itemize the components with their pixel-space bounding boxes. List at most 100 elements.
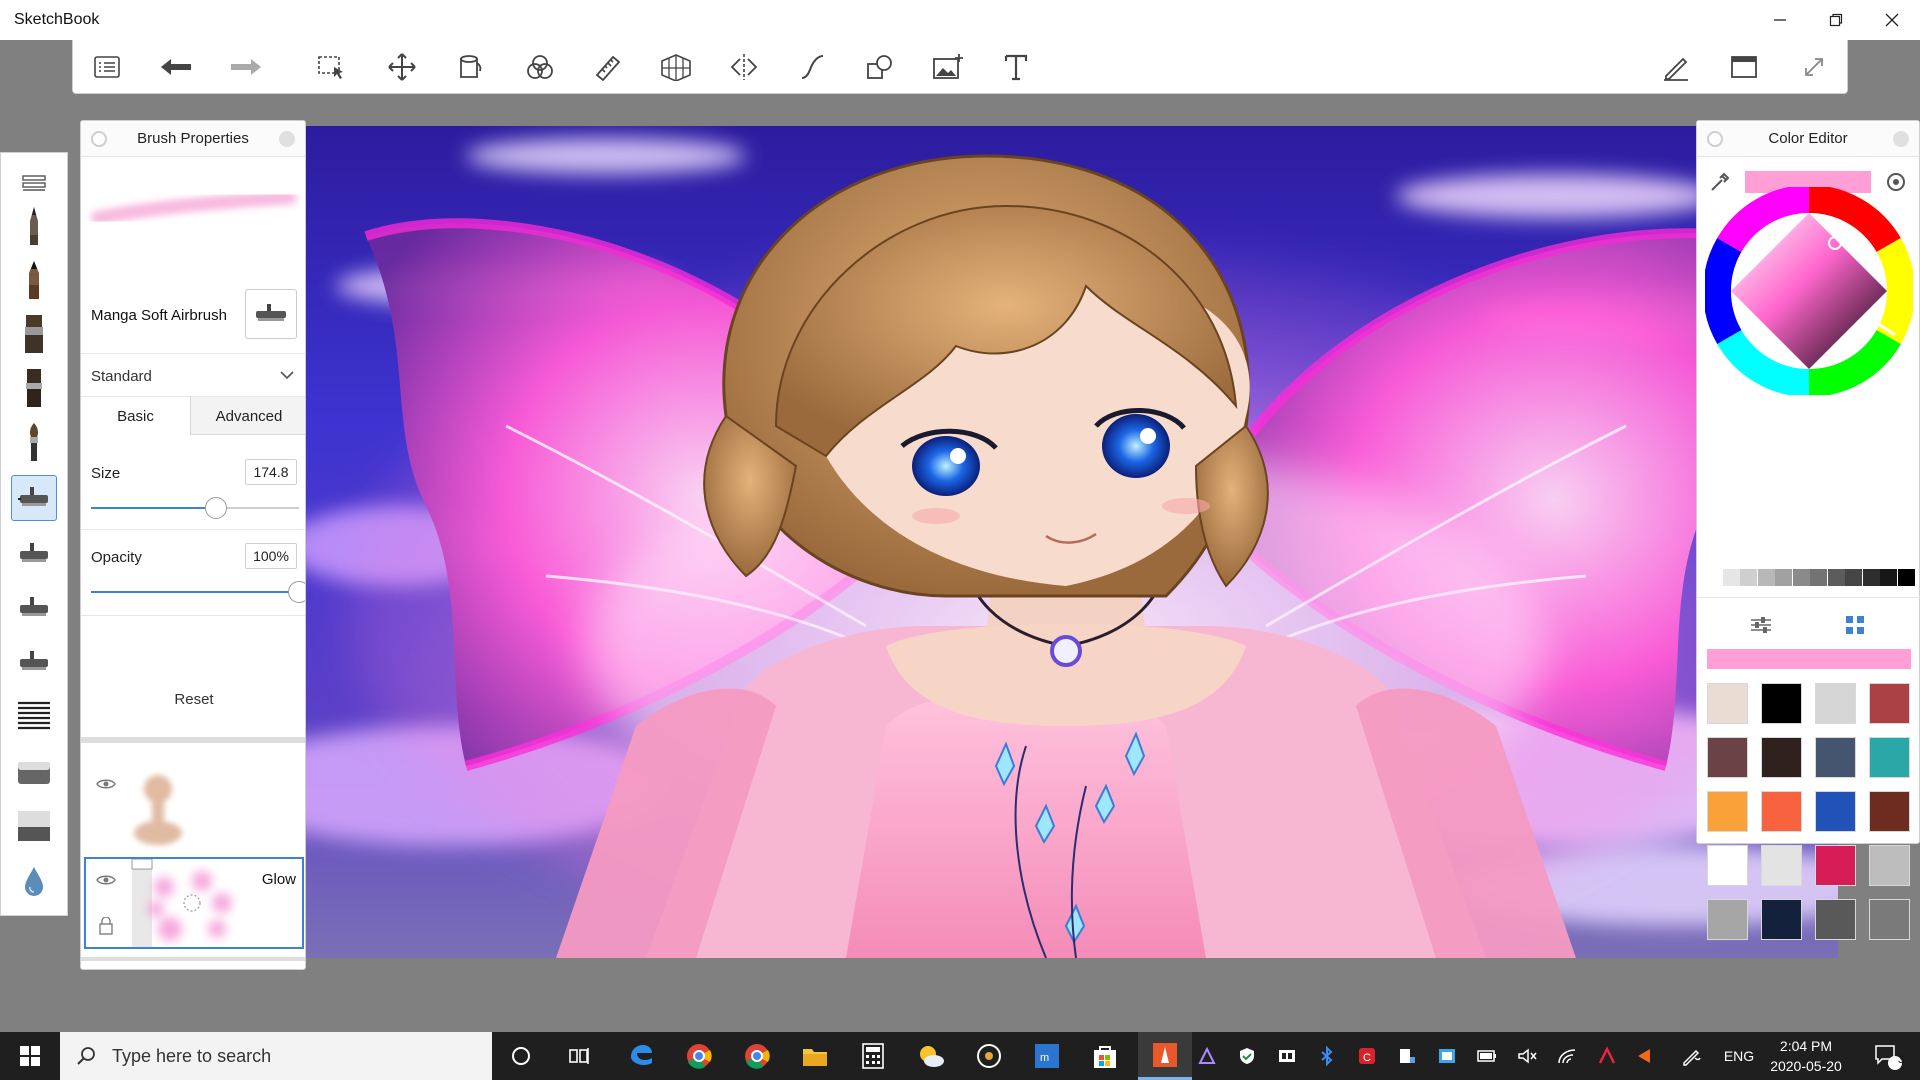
eraser-tool[interactable] bbox=[11, 749, 57, 795]
gray-swatch[interactable] bbox=[1792, 569, 1810, 586]
restore-button[interactable] bbox=[1808, 0, 1864, 40]
palette-swatch[interactable] bbox=[1761, 791, 1802, 832]
cortana-button[interactable] bbox=[494, 1032, 548, 1080]
opacity-slider[interactable] bbox=[91, 581, 305, 603]
marker-tool[interactable] bbox=[11, 311, 57, 357]
tab-basic[interactable]: Basic bbox=[81, 397, 191, 435]
palette-swatch[interactable] bbox=[1815, 737, 1856, 778]
taskbar-sketchbook-active[interactable] bbox=[1138, 1032, 1192, 1080]
gray-swatch[interactable] bbox=[1880, 569, 1897, 586]
size-slider-knob[interactable] bbox=[204, 497, 227, 519]
gray-swatch[interactable] bbox=[1810, 569, 1827, 586]
taskbar-chrome[interactable] bbox=[672, 1032, 726, 1080]
gray-swatch[interactable] bbox=[1740, 569, 1757, 586]
airbrush-tool-3[interactable] bbox=[11, 585, 57, 631]
gray-swatch[interactable] bbox=[1827, 569, 1845, 586]
tray-icon-6[interactable] bbox=[1392, 1032, 1422, 1080]
airbrush-tool-4[interactable] bbox=[11, 639, 57, 685]
layer-item-selected[interactable]: Glow bbox=[84, 857, 304, 949]
panel-splitter[interactable] bbox=[81, 957, 305, 961]
size-value-field[interactable]: 174.8 bbox=[245, 459, 297, 485]
panel-pin-button[interactable] bbox=[1707, 131, 1723, 147]
action-center-button[interactable]: 3 bbox=[1868, 1032, 1908, 1080]
taskbar-edge[interactable] bbox=[614, 1032, 668, 1080]
preset-dropdown[interactable]: Standard bbox=[81, 353, 305, 397]
opacity-slider-knob[interactable] bbox=[288, 581, 305, 603]
eye-icon[interactable] bbox=[96, 873, 116, 887]
fill-button[interactable] bbox=[451, 49, 489, 85]
panel-close-button[interactable] bbox=[1893, 131, 1909, 147]
color-modes-button[interactable] bbox=[521, 49, 559, 85]
tray-pen[interactable] bbox=[1676, 1032, 1706, 1080]
panel-pin-button[interactable] bbox=[91, 131, 107, 147]
redo-button[interactable] bbox=[227, 49, 265, 85]
taskbar-weather[interactable] bbox=[904, 1032, 958, 1080]
palette-swatch[interactable] bbox=[1707, 683, 1748, 724]
size-slider[interactable] bbox=[91, 497, 299, 519]
palette-swatch[interactable] bbox=[1707, 737, 1748, 778]
undo-button[interactable] bbox=[157, 49, 195, 85]
layer-item[interactable] bbox=[84, 763, 304, 855]
texture-brush-tool[interactable] bbox=[11, 693, 57, 739]
blur-tool[interactable] bbox=[11, 859, 57, 905]
palette-swatch[interactable] bbox=[1707, 899, 1748, 940]
palette-swatch[interactable] bbox=[1707, 845, 1748, 886]
gray-swatch[interactable] bbox=[1775, 569, 1792, 586]
select-button[interactable] bbox=[313, 49, 351, 85]
taskbar-app-blue[interactable]: m bbox=[1020, 1032, 1074, 1080]
taskbar-clock[interactable]: 2:04 PM 2020-05-20 bbox=[1756, 1036, 1856, 1076]
palette-swatch[interactable] bbox=[1761, 845, 1802, 886]
brush-thumbnail-button[interactable] bbox=[245, 289, 297, 339]
ruler-button[interactable] bbox=[589, 49, 627, 85]
reset-button[interactable]: Reset bbox=[81, 691, 305, 708]
pencil-tool[interactable] bbox=[11, 203, 57, 249]
taskbar-chrome-2[interactable] bbox=[730, 1032, 784, 1080]
eraser-tool-2[interactable] bbox=[11, 803, 57, 849]
active-swatch-bar[interactable] bbox=[1707, 649, 1911, 669]
panel-splitter[interactable] bbox=[81, 737, 305, 743]
start-button[interactable] bbox=[0, 1032, 60, 1080]
airbrush-tool[interactable] bbox=[11, 475, 57, 521]
text-button[interactable] bbox=[997, 49, 1035, 85]
palette-swatch[interactable] bbox=[1815, 899, 1856, 940]
tray-battery[interactable] bbox=[1472, 1032, 1502, 1080]
palette-swatch[interactable] bbox=[1761, 683, 1802, 724]
palette-swatch[interactable] bbox=[1869, 737, 1910, 778]
transform-button[interactable] bbox=[383, 49, 421, 85]
palette-swatch[interactable] bbox=[1761, 899, 1802, 940]
airbrush-tool-2[interactable] bbox=[11, 531, 57, 577]
gray-swatch[interactable] bbox=[1845, 569, 1862, 586]
tray-icon-7[interactable] bbox=[1432, 1032, 1462, 1080]
palette-swatch[interactable] bbox=[1869, 683, 1910, 724]
fullscreen-button[interactable] bbox=[1795, 49, 1833, 85]
tray-icon-defender[interactable] bbox=[1232, 1032, 1262, 1080]
shapes-button[interactable] bbox=[861, 49, 899, 85]
taskbar-store[interactable] bbox=[1078, 1032, 1132, 1080]
color-wheel[interactable] bbox=[1705, 187, 1913, 395]
tray-icon-12[interactable] bbox=[1630, 1032, 1660, 1080]
tray-bluetooth[interactable] bbox=[1312, 1032, 1342, 1080]
tray-volume-muted[interactable] bbox=[1512, 1032, 1542, 1080]
perspective-button[interactable] bbox=[657, 49, 695, 85]
tray-network[interactable] bbox=[1552, 1032, 1582, 1080]
brush-library-button[interactable] bbox=[11, 161, 57, 207]
swatches-grid-icon[interactable] bbox=[1845, 615, 1865, 635]
palette-swatch[interactable] bbox=[1815, 683, 1856, 724]
palette-swatch[interactable] bbox=[1869, 845, 1910, 886]
gray-swatch[interactable] bbox=[1705, 569, 1722, 586]
palette-swatch[interactable] bbox=[1869, 899, 1910, 940]
palette-swatch[interactable] bbox=[1869, 791, 1910, 832]
tray-icon-3[interactable] bbox=[1272, 1032, 1302, 1080]
tray-icon-1[interactable] bbox=[1192, 1032, 1222, 1080]
window-layout-button[interactable] bbox=[1725, 49, 1763, 85]
opacity-value-field[interactable]: 100% bbox=[245, 543, 297, 569]
gray-swatch[interactable] bbox=[1862, 569, 1880, 586]
tab-advanced[interactable]: Advanced bbox=[191, 397, 305, 435]
taskbar-search-box[interactable]: Type here to search bbox=[60, 1032, 492, 1080]
ink-pen-tool[interactable] bbox=[11, 257, 57, 303]
close-button[interactable] bbox=[1864, 0, 1920, 40]
palette-swatch[interactable] bbox=[1815, 845, 1856, 886]
minimize-button[interactable] bbox=[1752, 0, 1808, 40]
drawing-canvas[interactable] bbox=[306, 126, 1838, 958]
tray-icon-11[interactable] bbox=[1592, 1032, 1622, 1080]
